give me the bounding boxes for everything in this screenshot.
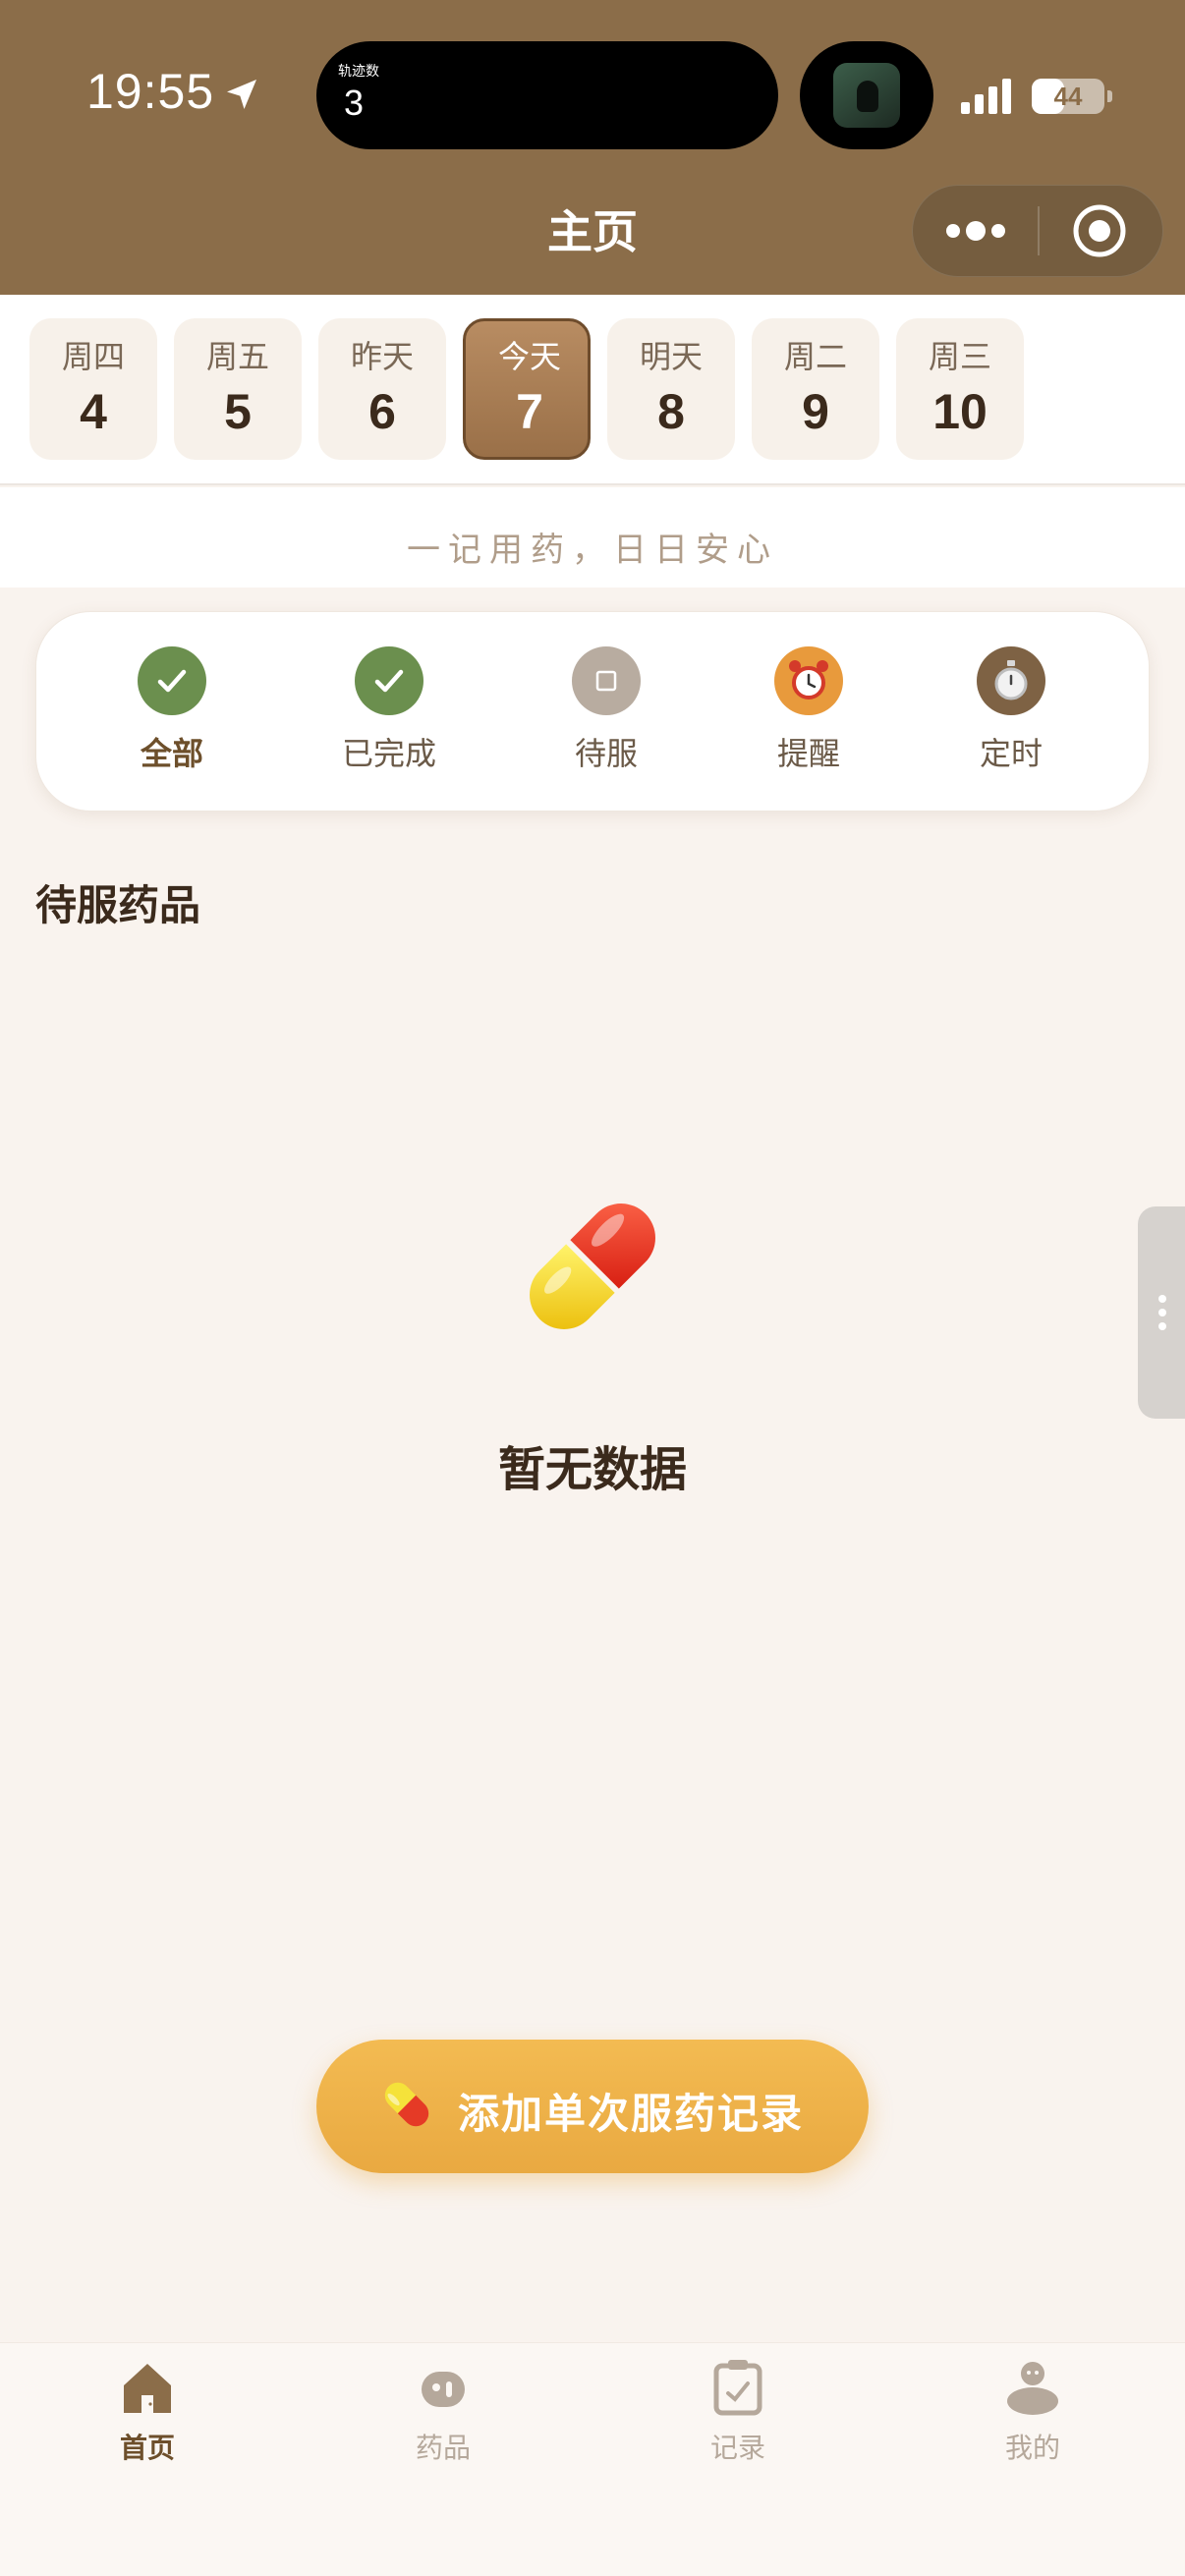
date-day: 6 xyxy=(368,384,396,439)
filter-pending[interactable]: 待服 xyxy=(518,644,695,772)
filter-label: 提醒 xyxy=(776,735,840,772)
date-card-0[interactable]: 周四 4 xyxy=(29,318,157,460)
section-title: 待服药品 xyxy=(35,881,201,929)
date-card-5[interactable]: 周二 9 xyxy=(752,318,879,460)
tab-medicine[interactable]: 药品 xyxy=(345,2358,541,2466)
media-thumbnail xyxy=(833,63,900,128)
battery-tip xyxy=(1107,90,1112,102)
filter-timed[interactable]: 定时 xyxy=(923,644,1100,772)
date-day: 9 xyxy=(802,384,829,439)
add-button-label: 添加单次服药记录 xyxy=(458,2090,805,2138)
square-circle-icon xyxy=(572,646,641,715)
dynamic-island[interactable] xyxy=(316,41,778,149)
handle-dot xyxy=(1158,1309,1166,1316)
date-card-6[interactable]: 周三 10 xyxy=(896,318,1024,460)
tab-label: 药品 xyxy=(415,2432,471,2464)
home-page: 19:55 轨迹数 3 44 主页 周四 4 周五 5 昨天 6 今天 7 明天… xyxy=(0,0,1185,2576)
tab-label: 记录 xyxy=(709,2432,765,2464)
tab-label: 我的 xyxy=(1004,2432,1060,2464)
battery-percent: 44 xyxy=(1053,82,1083,111)
filter-label: 已完成 xyxy=(341,735,436,772)
battery-icon: 44 xyxy=(1032,79,1104,114)
side-drawer-handle[interactable] xyxy=(1138,1206,1185,1419)
date-day: 8 xyxy=(657,384,685,439)
date-weekday: 周五 xyxy=(205,338,269,375)
filter-all[interactable]: 全部 xyxy=(84,644,260,772)
pill-capsule-icon xyxy=(530,1204,655,1329)
island-activity-label: 轨迹数 xyxy=(338,64,379,80)
cellular-signal-icon xyxy=(961,79,1011,114)
date-selector: 周四 4 周五 5 昨天 6 今天 7 明天 8 周二 9 周三 10 xyxy=(0,295,1185,485)
date-card-4[interactable]: 明天 8 xyxy=(607,318,735,460)
medicine-icon xyxy=(422,2372,465,2407)
target-circle-icon[interactable] xyxy=(1071,202,1128,259)
date-card-1[interactable]: 周五 5 xyxy=(174,318,302,460)
stopwatch-icon xyxy=(977,646,1045,715)
tab-profile[interactable]: 我的 xyxy=(934,2358,1131,2466)
tab-label: 首页 xyxy=(119,2432,175,2464)
slogan-text: 一记用药，日日安心 xyxy=(407,531,778,570)
pill-capsule-icon xyxy=(384,2082,429,2127)
more-dots-icon[interactable] xyxy=(943,210,1008,252)
date-day: 10 xyxy=(932,384,988,439)
date-day: 5 xyxy=(224,384,252,439)
island-activity-count: 3 xyxy=(344,83,365,123)
filter-reminder[interactable]: 提醒 xyxy=(720,644,897,772)
profile-icon xyxy=(1007,2362,1058,2415)
tab-home[interactable]: 首页 xyxy=(49,2358,246,2466)
handle-dot xyxy=(1158,1322,1166,1330)
capsule-divider xyxy=(1038,206,1040,255)
check-circle-icon xyxy=(355,646,423,715)
handle-dot xyxy=(1158,1295,1166,1303)
filter-label: 定时 xyxy=(979,735,1043,772)
date-day: 4 xyxy=(80,384,107,439)
date-weekday: 周二 xyxy=(783,338,847,375)
clipboard-icon xyxy=(713,2360,762,2416)
empty-state-text: 暂无数据 xyxy=(497,1442,687,1497)
status-time: 19:55 xyxy=(86,64,215,119)
alarm-clock-icon xyxy=(774,646,843,715)
date-card-today[interactable]: 今天 7 xyxy=(463,318,591,460)
filter-label: 全部 xyxy=(140,735,203,772)
date-weekday: 明天 xyxy=(639,338,703,375)
date-weekday: 周四 xyxy=(61,338,125,375)
date-weekday: 昨天 xyxy=(350,338,414,375)
date-weekday: 周三 xyxy=(928,338,991,375)
filter-completed[interactable]: 已完成 xyxy=(301,644,478,772)
tab-records[interactable]: 记录 xyxy=(640,2358,836,2466)
check-circle-icon xyxy=(138,646,206,715)
location-arrow-icon xyxy=(227,80,256,109)
date-day: 7 xyxy=(516,384,543,439)
date-weekday: 今天 xyxy=(497,338,561,375)
home-icon xyxy=(124,2364,171,2413)
filter-label: 待服 xyxy=(574,735,638,772)
date-card-2[interactable]: 昨天 6 xyxy=(318,318,446,460)
